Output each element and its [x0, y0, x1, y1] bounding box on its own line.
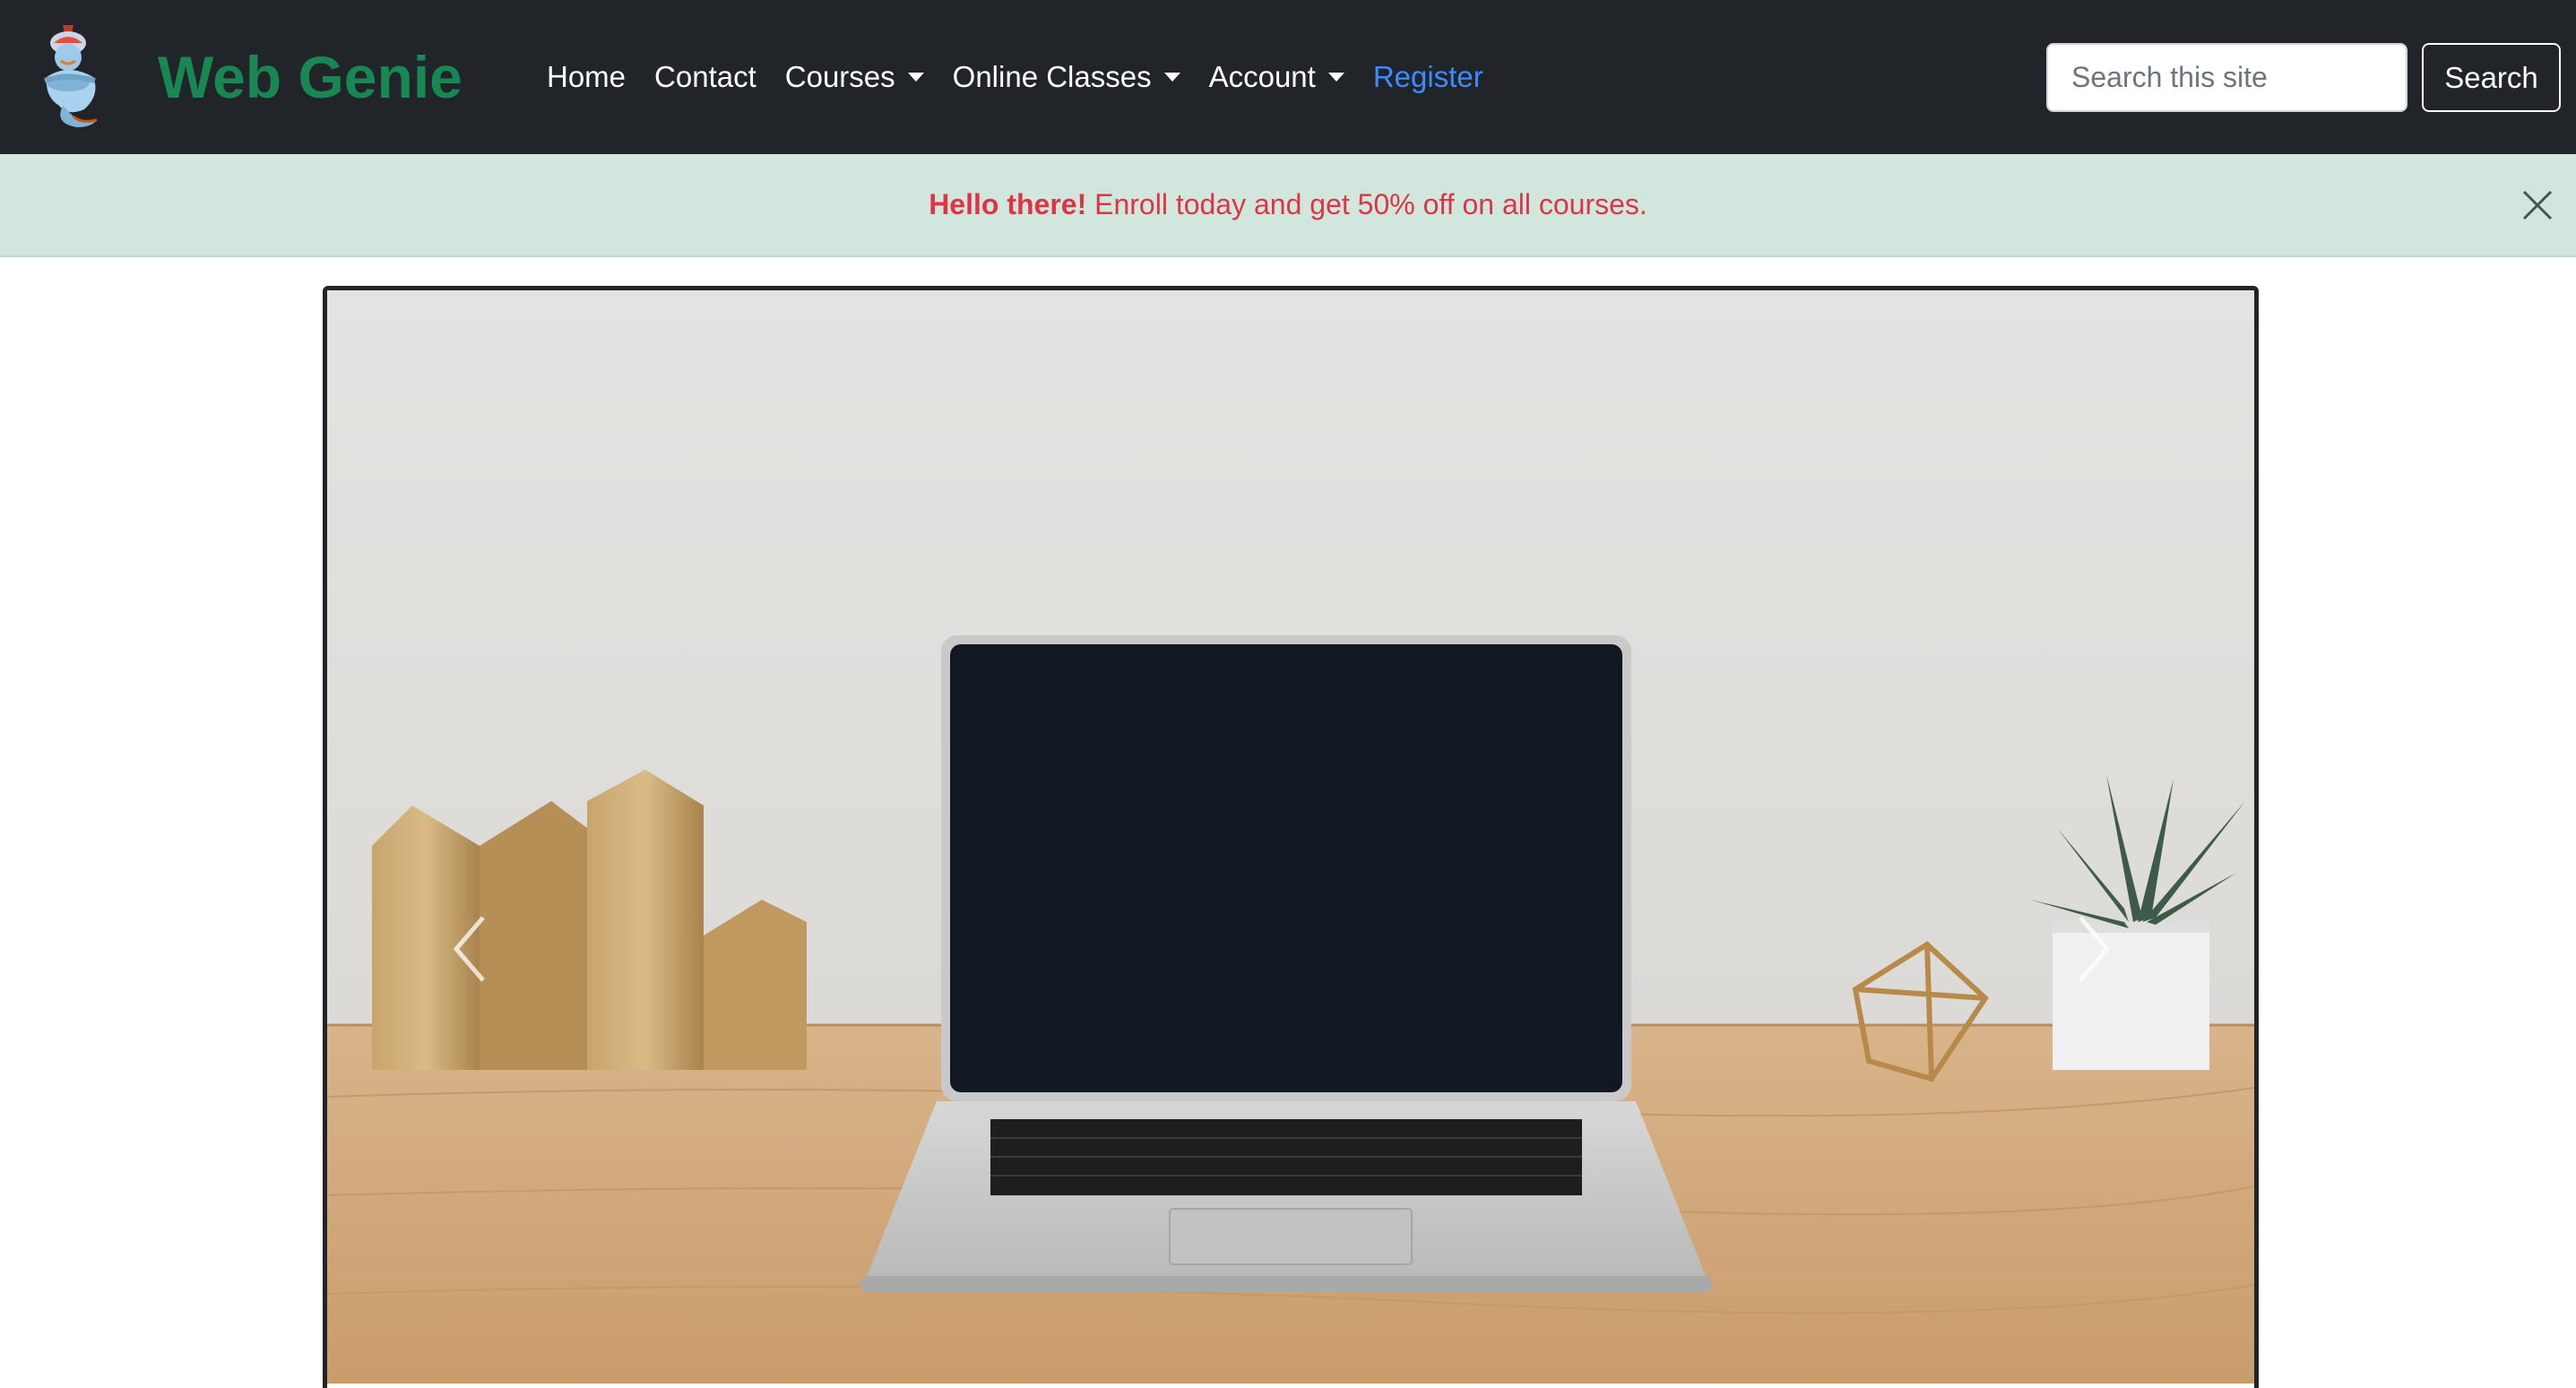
- nav-link-label: Online Classes: [952, 60, 1152, 93]
- nav-link-label: Courses: [784, 60, 895, 93]
- alert-message: Hello there! Enroll today and get 50% of…: [929, 188, 1647, 221]
- caret-down-icon: [1327, 73, 1344, 82]
- nav-links: Home Contact Courses Online Classes Acco…: [547, 52, 1512, 102]
- nav-link-contact[interactable]: Contact: [654, 52, 756, 102]
- nav-link-label: Register: [1372, 60, 1483, 93]
- chevron-right-icon[interactable]: [2066, 909, 2120, 989]
- genie-icon[interactable]: [27, 23, 125, 131]
- alert-body-text: Enroll today and get 50% off on all cour…: [1086, 188, 1647, 220]
- nav-dropdown-courses[interactable]: Courses: [785, 52, 924, 102]
- chevron-left-icon[interactable]: [444, 909, 497, 989]
- search-input[interactable]: [2046, 43, 2407, 112]
- nav-link-home[interactable]: Home: [547, 52, 626, 102]
- nav-link-register[interactable]: Register: [1373, 52, 1483, 102]
- caret-down-icon: [1163, 73, 1180, 82]
- nav-link-label: Contact: [654, 60, 756, 93]
- image-carousel: [323, 286, 2259, 1388]
- nav-dropdown-online-classes[interactable]: Online Classes: [953, 52, 1180, 102]
- laptop-desk-photo: [327, 290, 2254, 1384]
- promo-alert: Hello there! Enroll today and get 50% of…: [0, 154, 2576, 257]
- brand-name[interactable]: Web Genie: [158, 41, 462, 113]
- search-button[interactable]: Search: [2422, 43, 2561, 112]
- nav-link-label: Account: [1208, 60, 1316, 93]
- caret-down-icon: [907, 73, 924, 82]
- nav-dropdown-account[interactable]: Account: [1209, 52, 1344, 102]
- alert-bold-text: Hello there!: [929, 188, 1087, 220]
- navbar: Web Genie Home Contact Courses Online Cl…: [0, 0, 2576, 154]
- close-icon[interactable]: [2520, 188, 2554, 222]
- nav-link-label: Home: [547, 60, 627, 93]
